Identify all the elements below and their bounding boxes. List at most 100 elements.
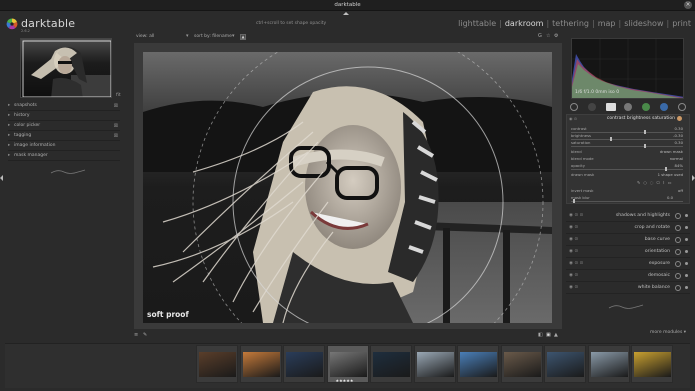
thumbnail-image [503, 352, 541, 377]
hint-text: ctrl+scroll to set shape opacity [256, 21, 327, 26]
module-toggle-icons[interactable]: ◉ ⊙ ⊙ [569, 210, 583, 222]
gear-icon[interactable]: ⚙ [554, 33, 558, 39]
filmstrip-thumbnail[interactable] [631, 345, 673, 383]
module-power-icon[interactable] [685, 286, 688, 289]
module-tagging[interactable]: ▸ tagging ⊠ [8, 131, 120, 141]
module-contrast-brightness-saturation[interactable]: contrast brightness saturation ◉ ⊙ contr… [566, 114, 690, 204]
drawn-mask-row[interactable]: drawn mask 1 shape used [571, 172, 687, 179]
favorites-icon[interactable] [588, 103, 596, 111]
correct-group-icon[interactable] [660, 103, 668, 111]
thumbnail-image [590, 352, 628, 377]
view-switcher: lighttable | darkroom | tethering | map | slides… [458, 19, 691, 28]
collapse-top-panel-icon[interactable] [343, 12, 349, 15]
edited-photo[interactable] [143, 52, 552, 323]
module-white-balance[interactable]: ◉ ⊙ white balance [566, 282, 690, 294]
module-power-icon[interactable] [677, 116, 682, 121]
slider-mask-blur[interactable]: mask blur 0.0 [571, 195, 687, 203]
module-history[interactable]: ▸ history [8, 111, 120, 121]
view-filter-select[interactable]: view: all [136, 34, 154, 39]
filmstrip-thumbnail[interactable] [283, 345, 325, 383]
module-power-icon[interactable] [685, 274, 688, 277]
module-power-icon[interactable] [685, 226, 688, 229]
slider-saturation[interactable]: saturation 0.30 [571, 140, 687, 148]
filmstrip-thumbnail[interactable] [413, 345, 456, 383]
module-group-tabs [566, 101, 690, 113]
sort-select[interactable]: sort by: filename [194, 34, 232, 39]
thumbnail-image [242, 352, 280, 377]
grouping-icon[interactable]: G [538, 33, 542, 39]
module-toggle-icons[interactable]: ◉ ⊙ ⊙ [569, 258, 583, 270]
filmstrip-thumbnail[interactable] [544, 345, 586, 383]
exposure-info: 1/6 f/1.0 0mm iso 0 [575, 90, 620, 95]
chevron-down-icon[interactable]: ▾ [186, 33, 189, 39]
sort-order-icon[interactable]: ▲ [240, 34, 246, 40]
close-window-icon[interactable]: × [684, 1, 692, 9]
module-exposure[interactable]: ◉ ⊙ ⊙ exposure [566, 258, 690, 270]
slider-brightness[interactable]: brightness -0.30 [571, 133, 687, 141]
power-icon[interactable] [570, 103, 578, 111]
panel-end-decoration [50, 169, 86, 174]
filmstrip-thumbnail[interactable] [457, 345, 499, 383]
module-power-icon[interactable] [685, 238, 688, 241]
blend-select[interactable]: blend drawn mask [571, 149, 687, 156]
module-toggle-icons[interactable]: ◉ ⊙ [569, 222, 578, 234]
module-toggle-icons[interactable]: ◉ ⊙ [569, 282, 578, 294]
navigation-thumbnail[interactable] [20, 38, 112, 98]
gamut-check-icon[interactable]: ▣ [546, 332, 551, 338]
view-darkroom[interactable]: darkroom [505, 19, 544, 28]
view-lighttable[interactable]: lighttable [458, 19, 496, 28]
more-modules-button[interactable]: more modules ▾ [650, 330, 686, 335]
styles-icon[interactable]: ✎ [143, 332, 147, 338]
basic-group-icon[interactable] [606, 103, 616, 111]
view-tethering[interactable]: tethering [552, 19, 589, 28]
module-toggle-icons[interactable]: ◉ ⊙ [569, 246, 578, 258]
view-print[interactable]: print [672, 19, 691, 28]
module-indicator-icon: ⊠ [113, 103, 118, 109]
thumbnail-image [373, 352, 410, 377]
filmstrip-thumbnail[interactable] [239, 345, 282, 383]
module-image-information[interactable]: ▸ image information [8, 141, 120, 151]
module-base-curve[interactable]: ◉ ⊙ base curve [566, 234, 690, 246]
orientation-icon [675, 249, 681, 255]
module-indicator-icon: ⊠ [113, 133, 118, 139]
mask-shape-icons[interactable]: ✎○◌⬠⌇▭ [637, 180, 675, 185]
view-slideshow[interactable]: slideshow [624, 19, 663, 28]
module-snapshots[interactable]: ▸ snapshots ⊠ [8, 101, 120, 111]
filmstrip-thumbnail[interactable] [370, 345, 412, 383]
slider-contrast[interactable]: contrast 0.30 [571, 126, 687, 134]
invert-mask-toggle[interactable]: invert mask off [571, 188, 687, 195]
filmstrip-thumbnail[interactable]: ★★★★★ [326, 345, 369, 383]
color-group-icon[interactable] [642, 103, 650, 111]
demosaic-icon [675, 273, 681, 279]
filmstrip-thumbnail[interactable] [500, 345, 543, 383]
module-mask-manager[interactable]: ▸ mask manager [8, 151, 120, 161]
filmstrip-thumbnail[interactable] [587, 345, 630, 383]
module-power-icon[interactable] [685, 262, 688, 265]
blend-mode-select[interactable]: blend mode normal [571, 156, 687, 163]
star-rating[interactable]: ★★★★★ [336, 378, 354, 383]
module-toggle-icons[interactable]: ◉ ⊙ [569, 116, 577, 121]
tone-group-icon[interactable] [624, 103, 632, 111]
module-orientation[interactable]: ◉ ⊙ orientation [566, 246, 690, 258]
collapse-left-panel-icon[interactable] [0, 175, 3, 181]
slider-opacity[interactable]: opacity 84% [571, 163, 687, 171]
effects-group-icon[interactable] [678, 103, 686, 111]
module-title: contrast brightness saturation [606, 116, 675, 121]
softproof-toggle-icon[interactable]: ◧ [538, 332, 543, 338]
exposure-icon [675, 261, 681, 267]
module-power-icon[interactable] [685, 250, 688, 253]
warning-icon[interactable]: ▲ [554, 332, 558, 338]
star-icon[interactable]: ☆ [546, 33, 550, 39]
module-shadows-and-highlights[interactable]: ◉ ⊙ ⊙ shadows and highlights [566, 210, 690, 222]
module-power-icon[interactable] [685, 214, 688, 217]
module-crop-and-rotate[interactable]: ◉ ⊙ crop and rotate [566, 222, 690, 234]
module-toggle-icons[interactable]: ◉ ⊙ [569, 234, 578, 246]
module-demosaic[interactable]: ◉ ⊙ demosaic [566, 270, 690, 282]
module-toggle-icons[interactable]: ◉ ⊙ [569, 270, 578, 282]
chevron-down-icon[interactable]: ▾ [232, 33, 235, 39]
zoom-level[interactable]: fit [116, 93, 121, 98]
module-color-picker[interactable]: ▸ color picker ⊠ [8, 121, 120, 131]
filmstrip-thumbnail[interactable] [196, 345, 238, 383]
quick-access-icon[interactable]: ≡ [134, 332, 138, 338]
view-map[interactable]: map [598, 19, 616, 28]
